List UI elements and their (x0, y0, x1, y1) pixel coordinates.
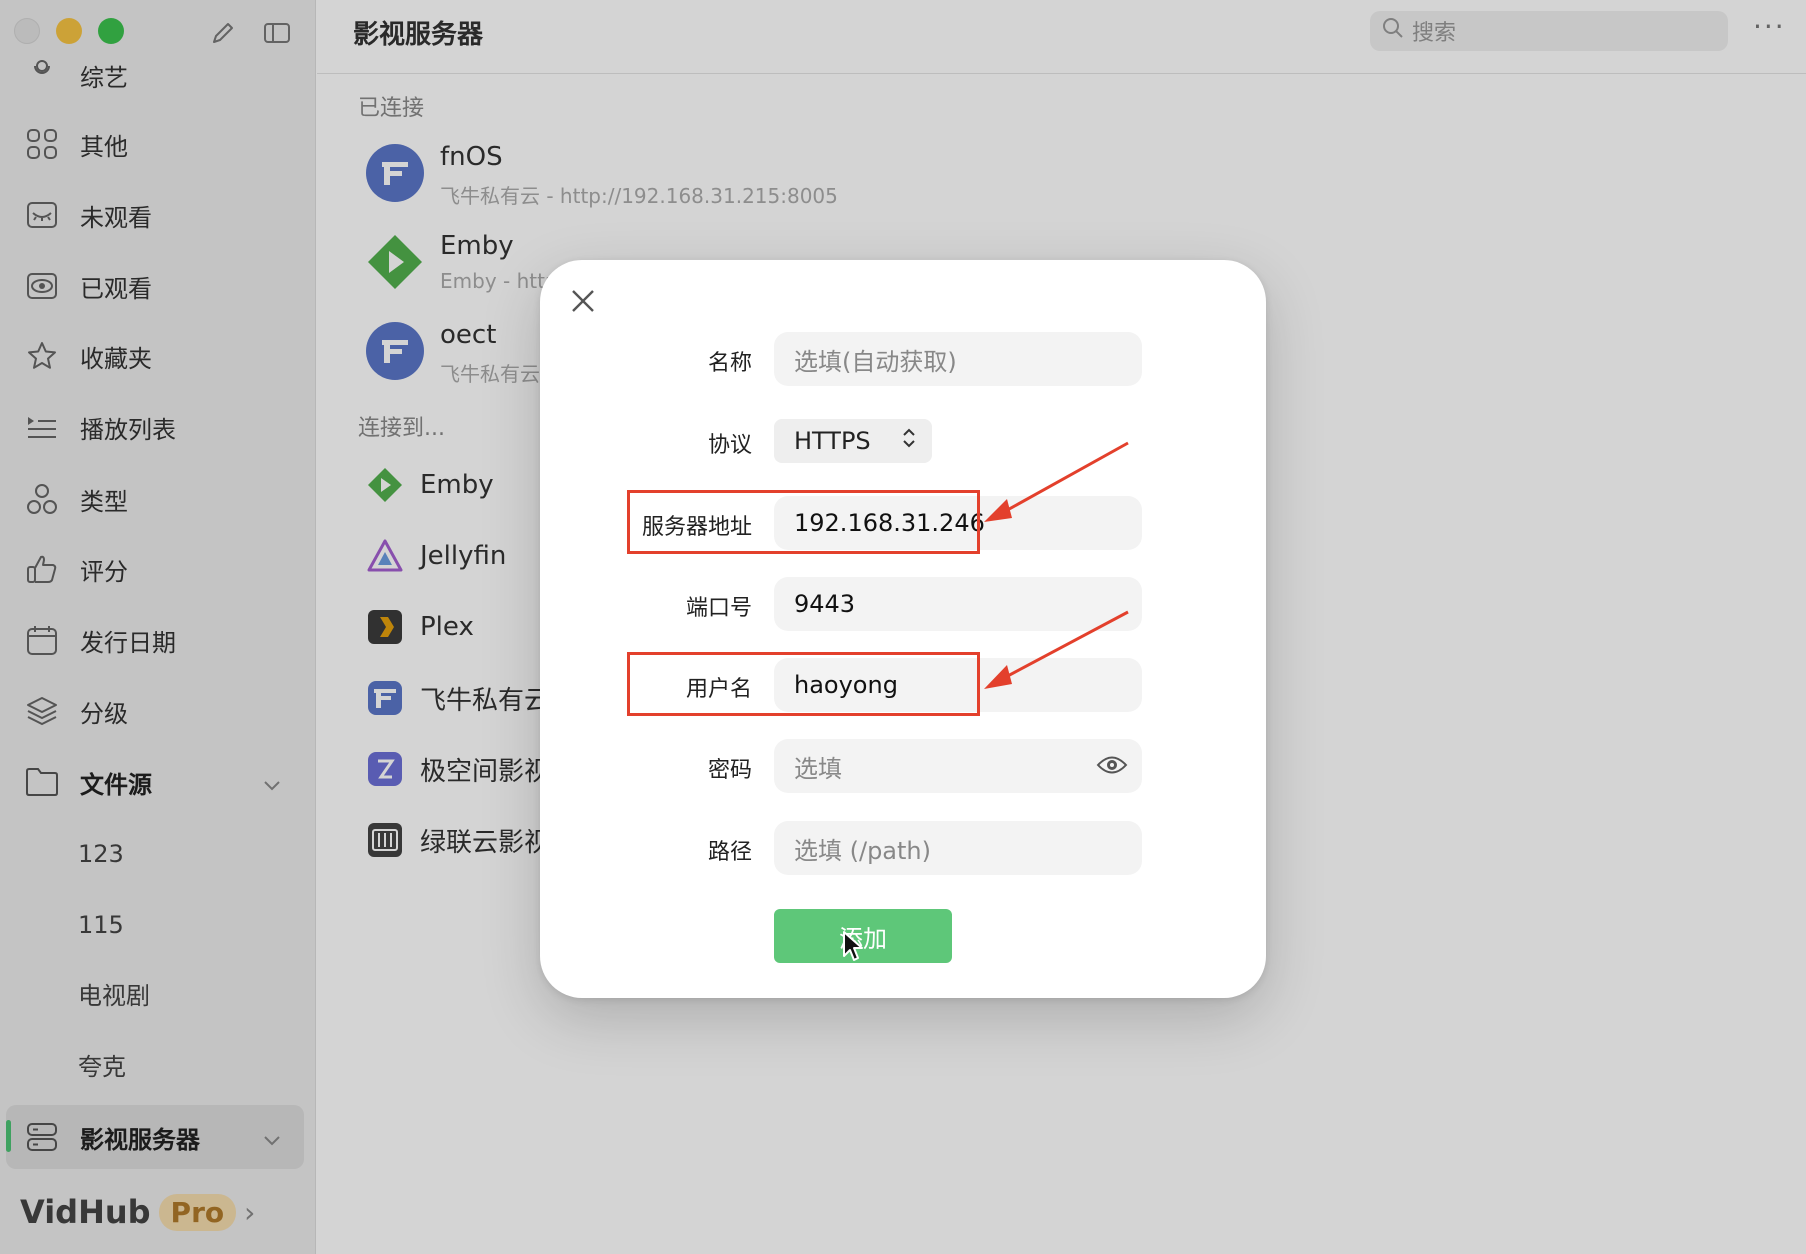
path-label: 路径 (707, 840, 752, 865)
mouse-cursor-icon (842, 930, 864, 966)
protocol-select[interactable]: HTTPS (774, 419, 932, 463)
password-field[interactable]: 选填 (774, 739, 1142, 793)
annotation-highlight-box (627, 652, 980, 716)
add-server-dialog: 名称 选填(自动获取) 协议 HTTPS 服务器地址 192.168.31.24… (540, 260, 1266, 998)
path-field[interactable]: 选填 (/path) (774, 821, 1142, 875)
eye-icon[interactable] (1096, 752, 1128, 784)
annotation-highlight-box (627, 490, 980, 554)
name-field[interactable]: 选填(自动获取) (774, 332, 1142, 386)
protocol-label: 协议 (707, 433, 752, 458)
updown-chevron-icon (901, 427, 917, 455)
password-label: 密码 (707, 758, 752, 783)
port-field[interactable]: 9443 (774, 577, 1142, 631)
name-label: 名称 (707, 351, 752, 376)
password-placeholder: 选填 (794, 754, 842, 783)
close-icon[interactable] (566, 284, 600, 318)
protocol-value: HTTPS (794, 427, 871, 455)
port-label: 端口号 (685, 596, 752, 621)
